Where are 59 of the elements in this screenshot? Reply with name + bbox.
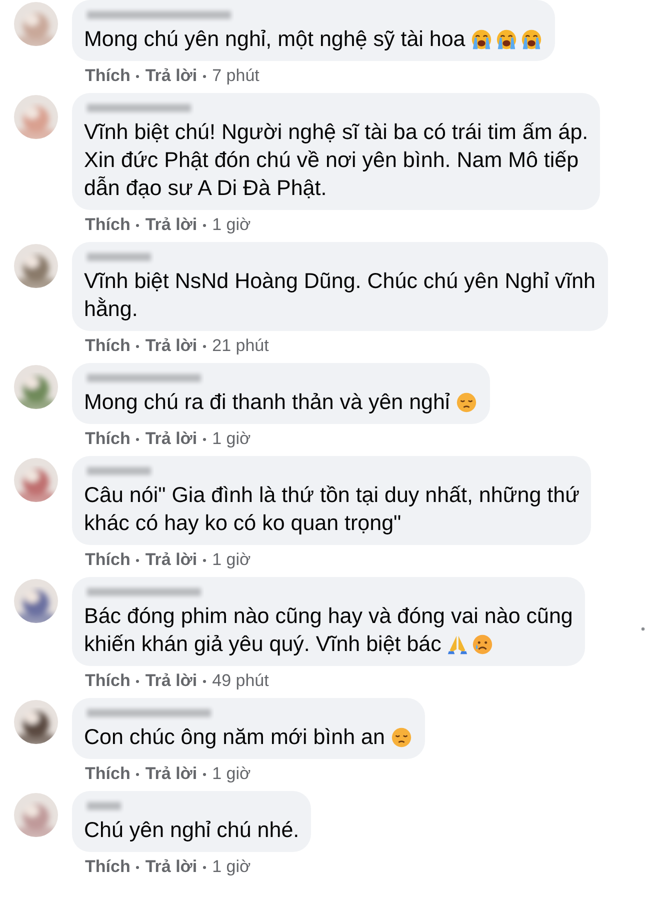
comment-text: khác có hay ko có ko quan trọng" — [84, 510, 402, 537]
emoji-face-icon — [454, 390, 478, 414]
separator-dot — [136, 680, 140, 682]
comment-text: Vĩnh biệt chú! Người nghệ sĩ tài ba có trái tim ấm áp. — [84, 119, 588, 146]
comment-text: Chú yên nghỉ chú nhé. — [84, 817, 300, 844]
separator-dot — [136, 772, 140, 776]
comment-text: Mong chú yên nghỉ, một nghệ sỹ tài hoa — [84, 26, 466, 53]
separator-dot — [203, 558, 206, 562]
emoji-face-icon — [390, 726, 413, 748]
like-link[interactable]: Thích — [85, 764, 130, 784]
comment-time: 1 giờ — [212, 429, 251, 449]
comment-time: 1 giờ — [212, 550, 251, 570]
like-link[interactable]: Thích — [85, 857, 130, 877]
like-link[interactable]: Thích — [85, 215, 130, 235]
like-link[interactable]: Thích — [85, 671, 130, 691]
comment-text: Mong chú ra đi thanh thản và yên nghỉ — [84, 389, 450, 416]
reply-link[interactable]: Trả lời — [145, 550, 198, 570]
reply-link[interactable]: Trả lời — [145, 429, 198, 449]
like-link[interactable]: Thích — [85, 336, 130, 356]
separator-dot — [203, 344, 206, 348]
separator-dot — [136, 74, 140, 78]
reply-link[interactable]: Trả lời — [145, 671, 198, 691]
emoji-face-icon — [520, 28, 544, 50]
separator-dot — [203, 224, 206, 226]
reply-link[interactable]: Trả lời — [145, 764, 198, 784]
separator-dot — [203, 772, 206, 776]
separator-dot — [136, 866, 140, 868]
like-link[interactable]: Thích — [85, 66, 130, 86]
reply-link[interactable]: Trả lời — [145, 215, 198, 235]
comment-text: hằng. — [84, 296, 138, 323]
emoji-face-icon — [495, 28, 518, 50]
comment-text: Xin đức Phật đón chú về nơi yên bình. Nam Mô tiếp — [84, 147, 579, 174]
comment-time: 1 giờ — [212, 764, 251, 784]
emoji-face-icon — [471, 632, 494, 656]
separator-dot — [136, 344, 140, 348]
comment-text: Con chúc ông năm mới bình an — [84, 724, 385, 751]
comment-text: dẫn đạo sư A Di Đà Phật. — [84, 175, 327, 202]
like-link[interactable]: Thích — [85, 550, 130, 570]
comment-time: 1 giờ — [212, 215, 251, 235]
separator-dot — [136, 438, 140, 440]
comment-time: 1 giờ — [212, 857, 251, 877]
separator-dot — [203, 438, 206, 440]
separator-dot — [136, 558, 140, 562]
separator-dot — [203, 680, 206, 682]
comment-time: 7 phút — [212, 66, 260, 86]
comment-text: Vĩnh biệt NsNd Hoàng Dũng. Chúc chú yên Nghỉ vĩnh — [84, 268, 596, 295]
separator-dot — [203, 866, 206, 868]
comment-time: 21 phút — [212, 336, 269, 356]
like-link[interactable]: Thích — [85, 429, 130, 449]
comment-text: Câu nói" Gia đình là thứ tồn tại duy nhất, những thứ — [84, 482, 580, 509]
separator-dot — [136, 224, 140, 226]
emoji-face-icon — [470, 28, 494, 50]
separator-dot — [203, 74, 206, 78]
reply-link[interactable]: Trả lời — [145, 66, 198, 86]
comment-text: Bác đóng phim nào cũng hay và đóng vai nào cũng — [84, 603, 573, 630]
comment-text: khiến khán giả yêu quý. Vĩnh biệt bác — [84, 631, 442, 658]
reply-link[interactable]: Trả lời — [145, 336, 198, 356]
reply-link[interactable]: Trả lời — [145, 857, 198, 877]
comment-time: 49 phút — [212, 671, 269, 691]
